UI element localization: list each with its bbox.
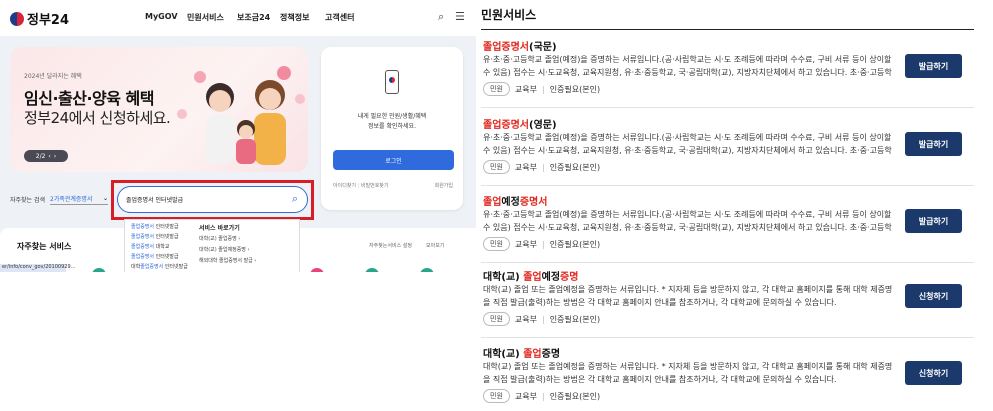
chevron-down-icon: ⌄ bbox=[102, 194, 108, 202]
agency-label: 교육부 bbox=[514, 314, 537, 324]
result-meta: 민원 교육부 | 인증필요(본인) bbox=[483, 312, 600, 326]
suggestion-item[interactable]: 졸업증명서 인터넷발급 bbox=[131, 253, 179, 260]
auth-label: 인증필요(본인) bbox=[549, 162, 601, 172]
login-card: 내게 필요한 민원/생활/혜택 정보를 확인하세요. 로그인 아이디찾기 | 비… bbox=[321, 47, 463, 210]
category-chip: 민원 bbox=[483, 237, 510, 251]
civil-service-results: 민원서비스 졸업증명서(국문) 유·초·중·고등학교 졸업(예정)을 증명하는 … bbox=[476, 0, 993, 411]
suggestion-item[interactable]: 대학졸업증명서 인터넷발급 bbox=[131, 263, 188, 270]
search-icon[interactable]: ⌕ bbox=[438, 10, 444, 24]
suggestion-item[interactable]: 졸업증명서 대학교 bbox=[131, 243, 169, 250]
result-title[interactable]: 대학(교) 졸업예정증명 bbox=[483, 268, 578, 283]
agency-label: 교육부 bbox=[514, 239, 537, 249]
apply-button[interactable]: 신청하기 bbox=[905, 361, 962, 385]
agency-label: 교육부 bbox=[514, 391, 537, 401]
agency-label: 교육부 bbox=[514, 84, 537, 94]
result-item: 졸업증명서(국문) 유·초·중·고등학교 졸업(예정)을 증명하는 서류입니다.… bbox=[481, 38, 974, 108]
auth-label: 인증필요(본인) bbox=[549, 84, 601, 94]
gov24-main-page: 정부24 MyGOV 민원서비스 보조금24 정책정보 고객센터 ⌕ ☰ 202… bbox=[0, 0, 476, 411]
result-title[interactable]: 졸업증명서(국문) bbox=[483, 38, 557, 53]
blank-area bbox=[0, 272, 476, 411]
result-item: 졸업예정증명서 유·초·중·고등학교 졸업(예정)을 증명하는 서류입니다.(공… bbox=[481, 193, 974, 263]
result-description: 대학(교) 졸업 또는 졸업예정을 증명하는 서류입니다. * 지자체 등을 방… bbox=[483, 285, 893, 307]
favorite-search-select[interactable]: 2가족관계증명서 ⌄ bbox=[50, 192, 108, 205]
issue-button[interactable]: 발급하기 bbox=[905, 209, 962, 233]
result-item: 대학(교) 졸업예정증명 대학(교) 졸업 또는 졸업예정을 증명하는 서류입니… bbox=[481, 268, 974, 338]
service-shortcut-title: 서비스 바로가기 bbox=[199, 225, 240, 232]
auth-label: 인증필요(본인) bbox=[549, 239, 601, 249]
result-title[interactable]: 졸업예정증명서 bbox=[483, 193, 547, 208]
pager-count: 2/2 bbox=[35, 152, 46, 160]
favorite-services-settings[interactable]: 자주찾는서비스 설정 bbox=[369, 242, 412, 249]
find-password-link[interactable]: 비밀번호찾기 bbox=[361, 183, 389, 189]
issue-button[interactable]: 발급하기 bbox=[905, 54, 962, 78]
nav-policy-info[interactable]: 정책정보 bbox=[280, 12, 309, 23]
auth-label: 인증필요(본인) bbox=[549, 391, 601, 401]
result-item: 졸업증명서(영문) 유·초·중·고등학교 졸업(예정)을 증명하는 서류입니다.… bbox=[481, 116, 974, 186]
status-url-tooltip: er/info/conv_gov/20100929... bbox=[0, 264, 76, 272]
pager-prev-icon[interactable]: ‹ bbox=[48, 153, 50, 160]
select-value: 2가족관계증명서 bbox=[50, 195, 93, 203]
nav-customer-center[interactable]: 고객센터 bbox=[325, 12, 354, 23]
logo-text: 정부24 bbox=[27, 13, 70, 28]
login-message-line2: 정보를 확인하세요. bbox=[368, 123, 416, 130]
login-message: 내게 필요한 민원/생활/혜택 정보를 확인하세요. bbox=[321, 112, 463, 132]
hamburger-icon[interactable]: ☰ bbox=[455, 10, 465, 23]
result-title[interactable]: 대학(교) 졸업증명 bbox=[483, 345, 560, 360]
result-description: 대학(교) 졸업 또는 졸업예정을 증명하는 서류입니다. * 지자체 등을 방… bbox=[483, 362, 893, 384]
service-shortcut-link[interactable]: 대학(교) 졸업예정증명 › bbox=[199, 246, 249, 253]
taegeuk-logo-icon bbox=[10, 11, 24, 26]
join-link[interactable]: 회원가입 bbox=[435, 182, 453, 189]
results-divider bbox=[481, 29, 974, 30]
banner-title: 임신·출산·양육 혜택 bbox=[24, 89, 155, 108]
suggestion-item[interactable]: 졸업증명서 인터넷발급 bbox=[131, 223, 179, 230]
login-button[interactable]: 로그인 bbox=[333, 150, 454, 170]
result-meta: 민원 교육부 | 인증필요(본인) bbox=[483, 160, 600, 174]
top-navigation: 정부24 MyGOV 민원서비스 보조금24 정책정보 고객센터 ⌕ ☰ bbox=[0, 0, 476, 36]
nav-mygov[interactable]: MyGOV bbox=[145, 12, 178, 21]
category-chip: 민원 bbox=[483, 389, 510, 403]
phone-icon bbox=[385, 70, 399, 94]
gov24-logo[interactable]: 정부24 bbox=[10, 9, 69, 28]
promo-banner[interactable]: 2024년 달라지는 혜택 임신·출산·양육 혜택 정부24에서 신청하세요. … bbox=[10, 47, 308, 172]
login-links: 아이디찾기 | 비밀번호찾기 bbox=[333, 183, 389, 189]
banner-pager[interactable]: 2/2 ‹ › bbox=[24, 150, 68, 162]
result-item: 대학(교) 졸업증명 대학(교) 졸업 또는 졸업예정을 증명하는 서류입니다.… bbox=[481, 345, 974, 411]
banner-title-line2: 정부24에서 신청하세요. bbox=[24, 109, 171, 127]
service-shortcut-link[interactable]: 대학(교) 졸업증명 › bbox=[199, 235, 240, 242]
result-meta: 민원 교육부 | 인증필요(본인) bbox=[483, 82, 600, 96]
result-meta: 민원 교육부 | 인증필요(본인) bbox=[483, 237, 600, 251]
category-chip: 민원 bbox=[483, 312, 510, 326]
agency-label: 교육부 bbox=[514, 162, 537, 172]
category-chip: 민원 bbox=[483, 82, 510, 96]
nav-subsidy24[interactable]: 보조금24 bbox=[237, 12, 270, 23]
service-shortcut-link[interactable]: 해외대학 졸업증명서 발급 › bbox=[199, 257, 256, 264]
banner-subtitle: 2024년 달라지는 혜택 bbox=[24, 73, 82, 80]
issue-button[interactable]: 발급하기 bbox=[905, 132, 962, 156]
category-chip: 민원 bbox=[483, 160, 510, 174]
collapse-toggle[interactable]: 모아보기 bbox=[426, 242, 444, 249]
results-title: 민원서비스 bbox=[481, 8, 537, 22]
result-description: 유·초·중·고등학교 졸업(예정)을 증명하는 서류입니다.(공·사립학교는 시… bbox=[483, 210, 892, 232]
result-title[interactable]: 졸업증명서(영문) bbox=[483, 116, 557, 131]
autocomplete-dropdown: 졸업증명서 인터넷발급 졸업증명서 인터넷발급 졸업증명서 대학교 졸업증명서 … bbox=[124, 219, 300, 279]
find-id-link[interactable]: 아이디찾기 bbox=[333, 183, 356, 189]
auth-label: 인증필요(본인) bbox=[549, 314, 601, 324]
result-description: 유·초·중·고등학교 졸업(예정)을 증명하는 서류입니다.(공·사립학교는 시… bbox=[483, 133, 892, 155]
result-description: 유·초·중·고등학교 졸업(예정)을 증명하는 서류입니다.(공·사립학교는 시… bbox=[483, 55, 892, 77]
result-meta: 민원 교육부 | 인증필요(본인) bbox=[483, 389, 600, 403]
pager-next-icon[interactable]: › bbox=[54, 153, 56, 160]
favorite-services-title: 자주찾는 서비스 bbox=[17, 242, 72, 251]
favorite-search-label: 자주찾는 검색 bbox=[10, 197, 46, 204]
apply-button[interactable]: 신청하기 bbox=[905, 284, 962, 308]
search-focus-highlight bbox=[111, 180, 314, 220]
nav-civil-service[interactable]: 민원서비스 bbox=[187, 12, 224, 23]
login-message-line1: 내게 필요한 민원/생활/혜택 bbox=[357, 113, 427, 120]
family-illustration bbox=[177, 66, 305, 165]
suggestion-item[interactable]: 졸업증명서 인터넷발급 bbox=[131, 233, 179, 240]
